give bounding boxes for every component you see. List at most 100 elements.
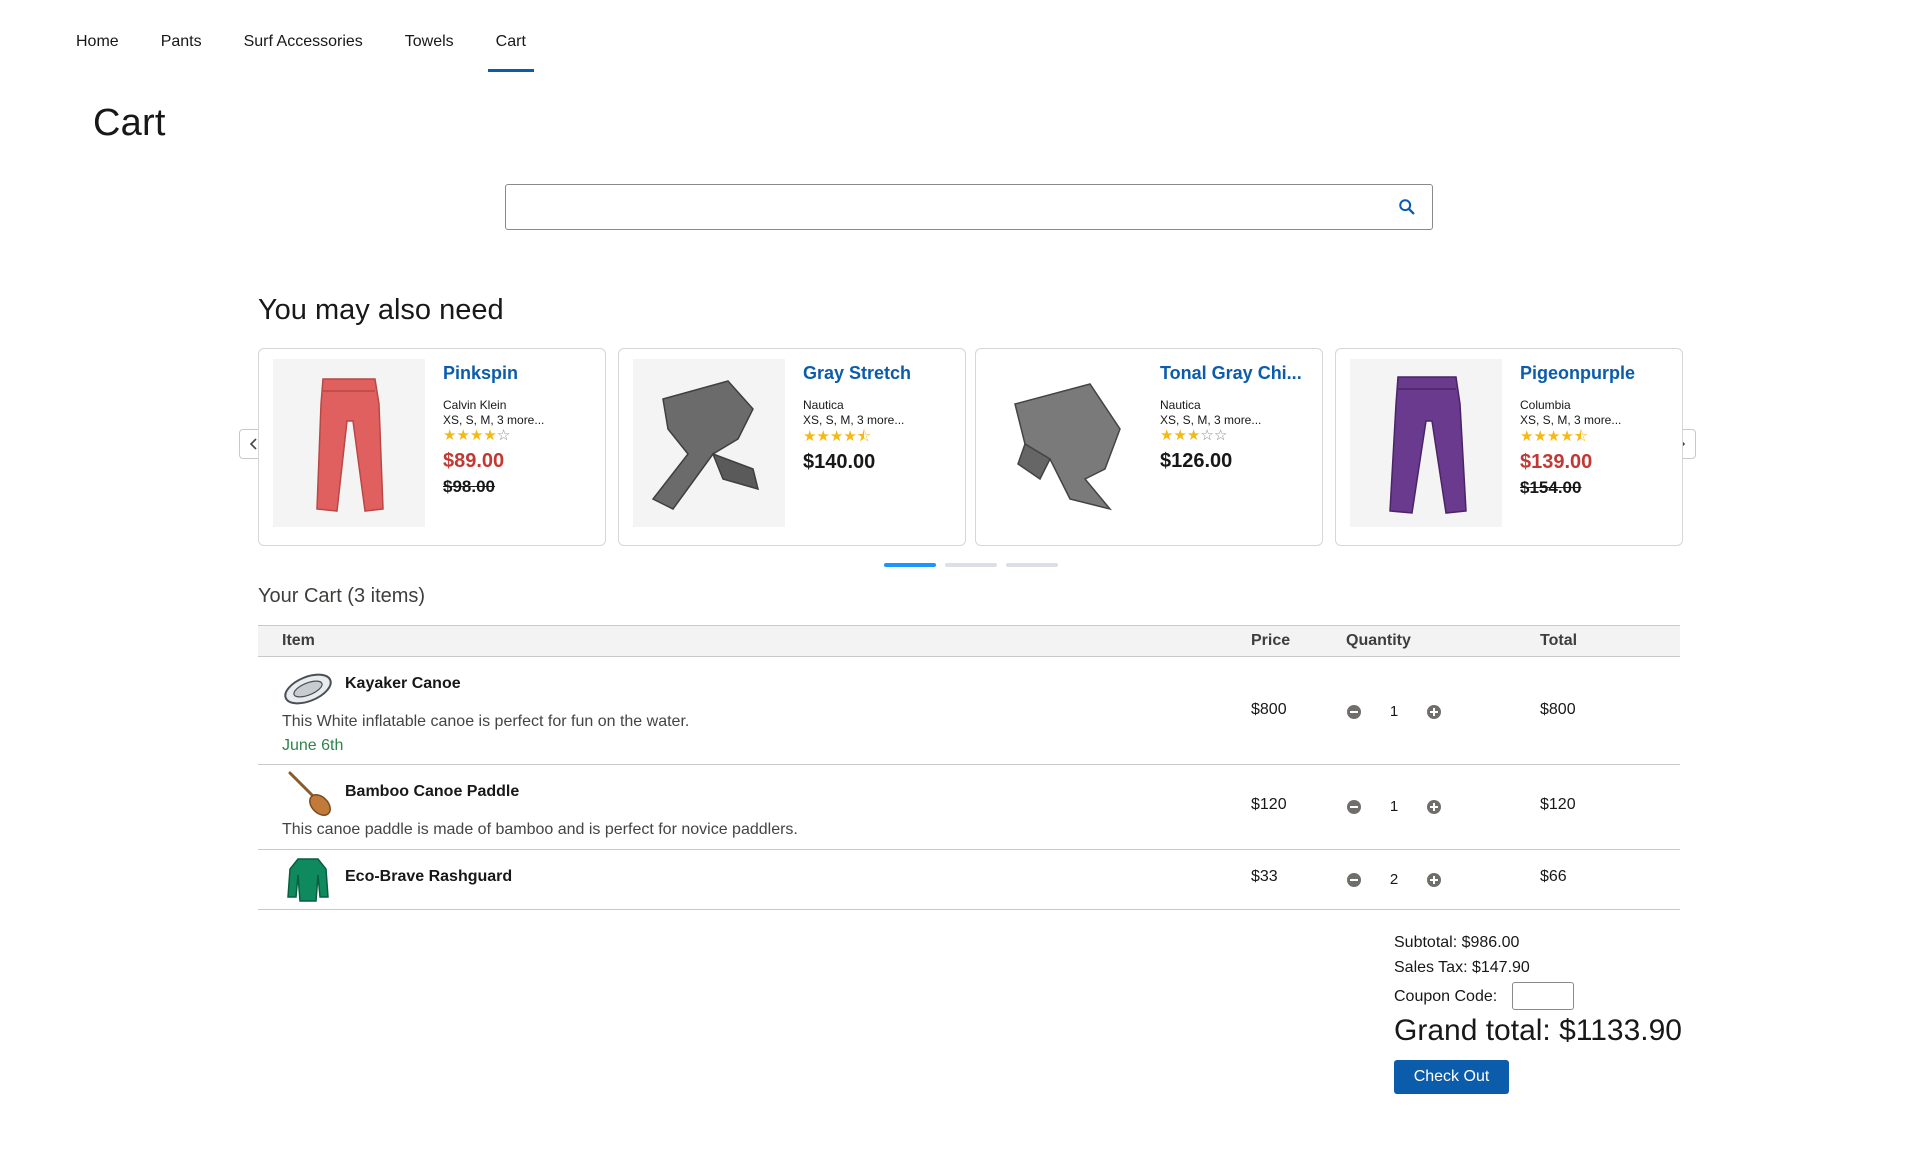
product-name[interactable]: Pinkspin: [443, 363, 598, 384]
carousel-dot[interactable]: [884, 563, 936, 567]
coupon-row: Coupon Code:: [1394, 982, 1682, 1010]
star-icon: ☆: [1200, 427, 1214, 444]
table-row: Bamboo Canoe Paddle This canoe paddle is…: [258, 765, 1680, 850]
product-brand: Nautica: [1160, 398, 1201, 412]
rating-stars: ★★★★☆: [443, 428, 598, 444]
product-card[interactable]: Pigeonpurple Columbia XS, S, M, 3 more..…: [1335, 348, 1683, 546]
product-name[interactable]: Gray Stretch: [803, 363, 958, 384]
product-image-canoe[interactable]: [282, 665, 334, 713]
product-image-pants[interactable]: [273, 359, 425, 527]
star-icon: ★: [1186, 427, 1201, 444]
nav-item-surf-accessories[interactable]: Surf Accessories: [223, 20, 384, 70]
product-sizes: XS, S, M, 3 more...: [1160, 413, 1262, 427]
nav-item-home[interactable]: Home: [55, 20, 140, 70]
search-input[interactable]: [506, 185, 1394, 229]
item-price: $800: [1251, 701, 1287, 718]
star-icon: ★: [816, 428, 830, 445]
star-icon: ★: [829, 428, 844, 445]
product-name[interactable]: Tonal Gray Chi...: [1160, 363, 1315, 384]
product-price: $89.00: [443, 450, 505, 472]
product-image-paddle[interactable]: [282, 769, 334, 817]
table-row: Kayaker Canoe This White inflatable cano…: [258, 657, 1680, 765]
carousel-indicators: [884, 563, 1058, 567]
star-icon: ★: [456, 427, 470, 444]
star-icon: ★: [1160, 427, 1174, 444]
product-brand: Calvin Klein: [443, 398, 507, 412]
grand-total: Grand total: $1133.90: [1394, 1014, 1682, 1047]
subtotal: Subtotal: $986.00: [1394, 934, 1520, 951]
star-icon: ★: [469, 427, 484, 444]
rating-stars: ★★★☆☆: [1160, 428, 1315, 444]
product-name[interactable]: Pigeonpurple: [1520, 363, 1675, 384]
table-header: Item Price Quantity Total: [258, 625, 1680, 657]
star-icon: ★: [1533, 428, 1547, 445]
minus-icon[interactable]: [1346, 704, 1362, 720]
item-total: $800: [1540, 701, 1576, 718]
top-nav: Home Pants Surf Accessories Towels Cart: [55, 20, 547, 72]
quantity-stepper: 1: [1346, 703, 1442, 720]
rating-stars: ★★★★⯪: [803, 428, 958, 445]
product-name[interactable]: Eco-Brave Rashguard: [345, 868, 512, 886]
header-price: Price: [1251, 632, 1291, 649]
carousel-dot[interactable]: [945, 563, 997, 567]
star-icon: ⯪: [1573, 427, 1589, 445]
product-card[interactable]: Tonal Gray Chi... Nautica XS, S, M, 3 mo…: [975, 348, 1323, 546]
cart-title: Your Cart (3 items): [258, 585, 426, 607]
item-total: $120: [1540, 796, 1576, 813]
checkout-button[interactable]: Check Out: [1394, 1060, 1509, 1094]
page-title: Cart: [93, 102, 166, 144]
search-box: [505, 184, 1433, 230]
star-icon: ★: [1560, 428, 1574, 445]
product-price: $140.00: [803, 451, 876, 473]
star-icon: ★: [483, 427, 497, 444]
product-sizes: XS, S, M, 3 more...: [1520, 413, 1622, 427]
product-description: This White inflatable canoe is perfect f…: [282, 713, 690, 730]
product-name[interactable]: Kayaker Canoe: [345, 675, 461, 693]
item-total: $66: [1540, 868, 1567, 885]
product-sizes: XS, S, M, 3 more...: [443, 413, 545, 427]
star-icon: ☆: [496, 427, 511, 444]
recommendations-title: You may also need: [258, 294, 504, 326]
cart-table: Item Price Quantity Total Kayaker Canoe …: [258, 625, 1680, 910]
star-icon: ★: [843, 428, 857, 445]
plus-icon[interactable]: [1426, 872, 1442, 888]
quantity-stepper: 2: [1346, 871, 1442, 888]
product-brand: Nautica: [803, 398, 844, 412]
coupon-label: Coupon Code:: [1394, 987, 1498, 1005]
star-icon: ★: [1546, 428, 1561, 445]
product-image-rashguard[interactable]: [282, 855, 334, 903]
product-card[interactable]: Pinkspin Calvin Klein XS, S, M, 3 more..…: [258, 348, 606, 546]
product-description: This canoe paddle is made of bamboo and …: [282, 821, 798, 838]
product-card[interactable]: Gray Stretch Nautica XS, S, M, 3 more...…: [618, 348, 966, 546]
product-image-pants[interactable]: [990, 359, 1142, 527]
table-row: Eco-Brave Rashguard $33 2 $66: [258, 850, 1680, 910]
minus-icon[interactable]: [1346, 799, 1362, 815]
product-price: $139.00: [1520, 451, 1593, 473]
nav-item-pants[interactable]: Pants: [140, 20, 223, 70]
nav-item-towels[interactable]: Towels: [384, 20, 475, 70]
header-quantity: Quantity: [1346, 632, 1411, 649]
plus-icon[interactable]: [1426, 799, 1442, 815]
minus-icon[interactable]: [1346, 872, 1362, 888]
nav-item-cart[interactable]: Cart: [475, 20, 547, 72]
product-name[interactable]: Bamboo Canoe Paddle: [345, 783, 519, 801]
star-icon: ★: [803, 428, 817, 445]
quantity-value: 1: [1389, 798, 1399, 815]
coupon-input[interactable]: [1512, 982, 1575, 1010]
star-icon: ⯪: [856, 427, 872, 445]
item-price: $33: [1251, 868, 1278, 885]
product-price: $126.00: [1160, 450, 1233, 472]
header-item: Item: [282, 632, 315, 649]
star-icon: ★: [443, 427, 457, 444]
delivery-date: June 6th: [282, 737, 344, 754]
product-original-price: $154.00: [1520, 478, 1582, 497]
product-image-pants[interactable]: [633, 359, 785, 527]
product-sizes: XS, S, M, 3 more...: [803, 413, 905, 427]
rating-stars: ★★★★⯪: [1520, 428, 1675, 445]
plus-icon[interactable]: [1426, 704, 1442, 720]
search-icon[interactable]: [1398, 198, 1416, 216]
product-original-price: $98.00: [443, 477, 495, 496]
carousel-dot[interactable]: [1006, 563, 1058, 567]
star-icon: ☆: [1213, 427, 1228, 444]
product-image-pants[interactable]: [1350, 359, 1502, 527]
